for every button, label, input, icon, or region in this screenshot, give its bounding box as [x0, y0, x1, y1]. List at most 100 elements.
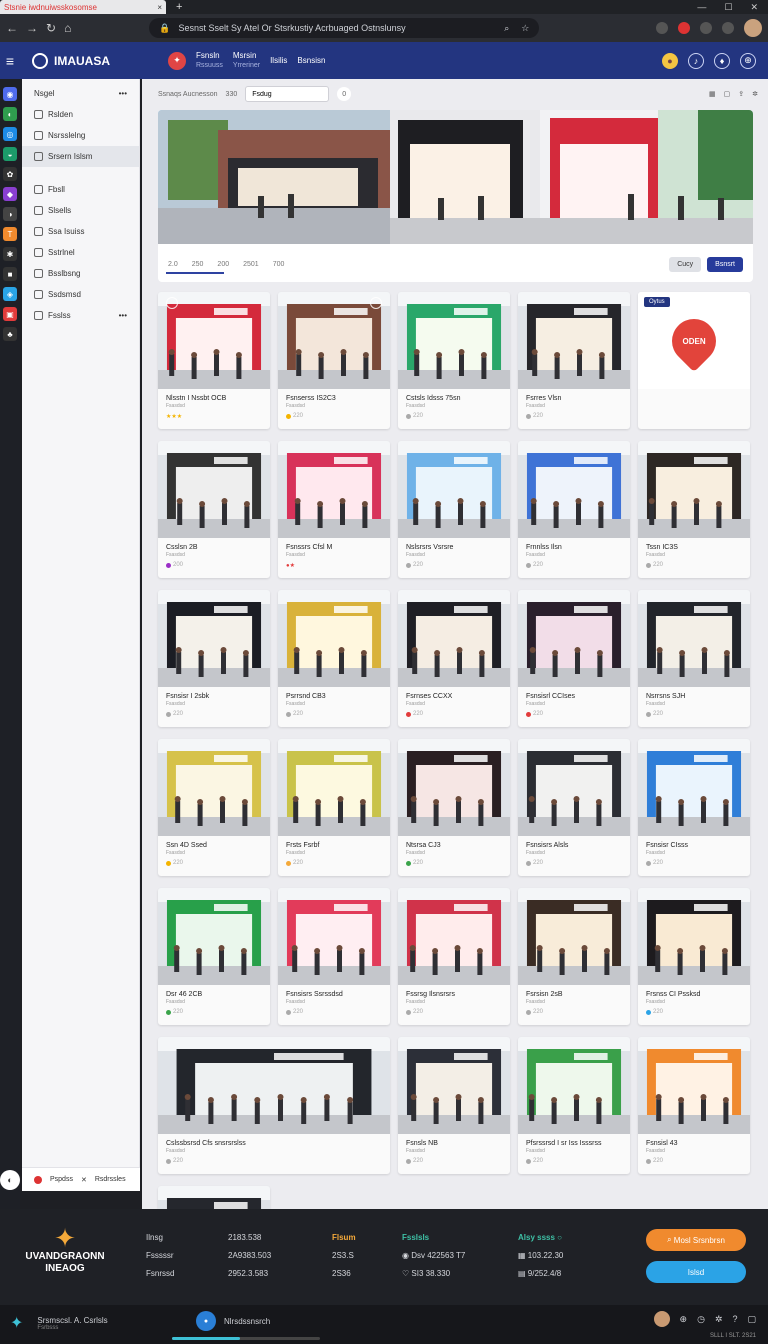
store-card[interactable]: Fsnssrs Cfsl M Fsasdsd ●★: [278, 441, 390, 578]
extension-icon[interactable]: [656, 22, 668, 34]
store-card[interactable]: Frsts Fsrbf Fsasdsd 220: [278, 739, 390, 876]
store-card[interactable]: Pfsrssrsd I sr Iss Isssrss Fsasdsd 220: [518, 1037, 630, 1174]
hero-banner[interactable]: 2.0 250 200 2501 700 Cucy Bsnsrt: [158, 110, 753, 282]
store-card[interactable]: Ssn 4D Ssed Fsasdsd 220: [158, 739, 270, 876]
extension-alert-icon[interactable]: [678, 22, 690, 34]
store-card[interactable]: Nslsrsrs Vsrsre Fsasdsd 220: [398, 441, 510, 578]
sidebar-item[interactable]: Ssa Isuiss: [22, 221, 139, 242]
store-card[interactable]: Fsnsisrl CCIses Fsasdsd 220: [518, 590, 630, 727]
rail-app-icon[interactable]: ◆: [3, 187, 17, 201]
menu-icon[interactable]: [722, 22, 734, 34]
store-card[interactable]: Frnnlss Ilsn Fsasdsd 220: [518, 441, 630, 578]
store-card[interactable]: Cstsls Idsss 75sn Fsasdsd 220: [398, 292, 510, 429]
avatar[interactable]: [744, 19, 762, 37]
maximize-icon[interactable]: ☐: [724, 2, 732, 13]
sidebar-footer-link[interactable]: Pspdss: [50, 1176, 73, 1183]
more-icon[interactable]: •••: [119, 89, 127, 98]
window-icon[interactable]: ▢: [747, 1314, 756, 1325]
sidebar-item[interactable]: Ssdsmsd: [22, 284, 139, 305]
rail-app-icon[interactable]: T: [3, 227, 17, 241]
rail-app-icon[interactable]: ◑: [3, 207, 17, 221]
hero-tab[interactable]: 250: [192, 261, 204, 268]
avatar[interactable]: [653, 1311, 670, 1327]
progress-bar[interactable]: [172, 1337, 320, 1340]
close-icon[interactable]: ✕: [81, 1176, 87, 1184]
store-card[interactable]: Tssn IC3S Fsasdsd 220: [638, 441, 750, 578]
store-card[interactable]: Ntsrsa CJ3 Fsasdsd 220: [398, 739, 510, 876]
search-icon[interactable]: ⌕: [504, 23, 509, 34]
brand-badge-icon[interactable]: ✦: [168, 51, 186, 70]
close-icon[interactable]: ×: [157, 3, 162, 12]
store-card[interactable]: Nlsstn I Nssbt OCB Fsasdsd ★★★: [158, 292, 270, 429]
cart-icon[interactable]: ♦: [714, 52, 730, 69]
footer-blue-button[interactable]: Islsd: [646, 1261, 746, 1283]
help-icon[interactable]: ◐: [0, 1170, 20, 1190]
compass-icon[interactable]: ⊕: [740, 52, 756, 69]
store-card[interactable]: Cslssbsrsd Cfs snsrsrslss Fsasdsd 220: [158, 1037, 390, 1174]
sidebar-item-active[interactable]: Srsern Islsm: [22, 146, 139, 167]
footer-logo[interactable]: ✦ UVANDGRAONN INEAOG: [20, 1225, 110, 1275]
play-icon[interactable]: ●: [196, 1311, 216, 1331]
sidebar-item[interactable]: Nsrsslelng: [22, 125, 139, 146]
window-close-icon[interactable]: ✕: [750, 2, 758, 13]
rail-gear-icon[interactable]: ✿: [3, 167, 17, 181]
minimize-icon[interactable]: —: [697, 2, 706, 13]
store-card[interactable]: Fsnsisl 43 Fsasdsd 220: [638, 1037, 750, 1174]
extension-puzzle-icon[interactable]: [700, 22, 712, 34]
rail-app-icon[interactable]: ♣: [3, 327, 17, 341]
header-nav-item[interactable]: Msrsin Yrreriner: [233, 51, 260, 71]
store-card[interactable]: Dsr 46 2CB Fsasdsd 220: [158, 888, 270, 1025]
settings-icon[interactable]: ✲: [715, 1314, 723, 1325]
filter-count-badge[interactable]: 0: [337, 87, 352, 101]
page-icon[interactable]: ▢: [724, 90, 731, 98]
store-card[interactable]: Fssrsg Ilsnsrsrs Fsasdsd 220: [398, 888, 510, 1025]
share-icon[interactable]: ⇪: [738, 90, 744, 98]
bottom-user[interactable]: ✦ Srsmscsl. A. Csrlsls Fsrbsss: [10, 1313, 108, 1333]
clock-icon[interactable]: ◷: [697, 1314, 705, 1325]
grid-view-icon[interactable]: ▦: [709, 90, 716, 98]
store-card[interactable]: Nsrrsns SJH Fsasdsd 220: [638, 590, 750, 727]
reload-icon[interactable]: ↻: [46, 21, 56, 35]
coin-icon[interactable]: ●: [662, 52, 678, 69]
sidebar-item[interactable]: Fbsll: [22, 179, 139, 200]
forward-icon[interactable]: →: [26, 21, 38, 35]
hamburger-icon[interactable]: ≡: [0, 53, 20, 69]
hero-tab[interactable]: 200: [217, 261, 229, 268]
header-nav-item[interactable]: Ilsilis: [270, 56, 287, 66]
rail-app-icon[interactable]: ■: [3, 267, 17, 281]
rail-app-icon[interactable]: ◒: [3, 147, 17, 161]
store-card[interactable]: Fsnsisr CIsss Fsasdsd 220: [638, 739, 750, 876]
rail-app-icon[interactable]: ◎: [3, 127, 17, 141]
sidebar-item[interactable]: Sstrlnel: [22, 242, 139, 263]
hero-tab[interactable]: 2.0: [168, 261, 178, 268]
sidebar-item[interactable]: Bsslbsng: [22, 263, 139, 284]
bookmark-star-icon[interactable]: ☆: [521, 23, 529, 34]
header-nav-item[interactable]: Bsnsisn: [297, 56, 325, 66]
browser-tab-active[interactable]: Stsnie iwdnuiwsskosomse ×: [0, 0, 166, 14]
hero-tab[interactable]: 2501: [243, 261, 259, 268]
back-icon[interactable]: ←: [6, 21, 18, 35]
home-icon[interactable]: ⌂: [64, 21, 71, 35]
store-card[interactable]: Fsnsisrs Ssrssdsd Fsasdsd 220: [278, 888, 390, 1025]
notification-icon[interactable]: ♪: [688, 52, 704, 69]
store-card[interactable]: Fsnserss IS2C3 Fsasdsd 220: [278, 292, 390, 429]
footer-orange-button[interactable]: ⌕ Mosl Srsnbrsn: [646, 1229, 746, 1251]
sidebar-item[interactable]: Slsells: [22, 200, 139, 221]
address-bar[interactable]: 🔒 Sesnst Sselt Sy Atel Or Stsrkustiy Acr…: [149, 18, 540, 38]
hero-tab[interactable]: 700: [273, 261, 285, 268]
settings-icon[interactable]: ✲: [752, 90, 758, 98]
new-tab-icon[interactable]: +: [176, 1, 182, 13]
store-card[interactable]: Frsnss CI Pssksd Fsasdsd 220: [638, 888, 750, 1025]
more-icon[interactable]: •••: [119, 311, 127, 320]
sidebar-item[interactable]: Rslden: [22, 104, 139, 125]
store-card[interactable]: Fsnsisrs Alsls Fsasdsd 220: [518, 739, 630, 876]
rail-app-icon[interactable]: ✱: [3, 247, 17, 261]
globe-icon[interactable]: ⊕: [680, 1314, 688, 1325]
store-card[interactable]: Fsnsls NB Fsasdsd 220: [398, 1037, 510, 1174]
rail-app-icon[interactable]: ◉: [3, 87, 17, 101]
store-card[interactable]: ODEN Oytus: [638, 292, 750, 429]
secondary-button[interactable]: Cucy: [669, 256, 702, 272]
app-logo[interactable]: IMAUASA: [32, 52, 162, 69]
sidebar-item[interactable]: Fsslss •••: [22, 305, 139, 326]
rail-app-icon[interactable]: ◐: [3, 107, 17, 121]
